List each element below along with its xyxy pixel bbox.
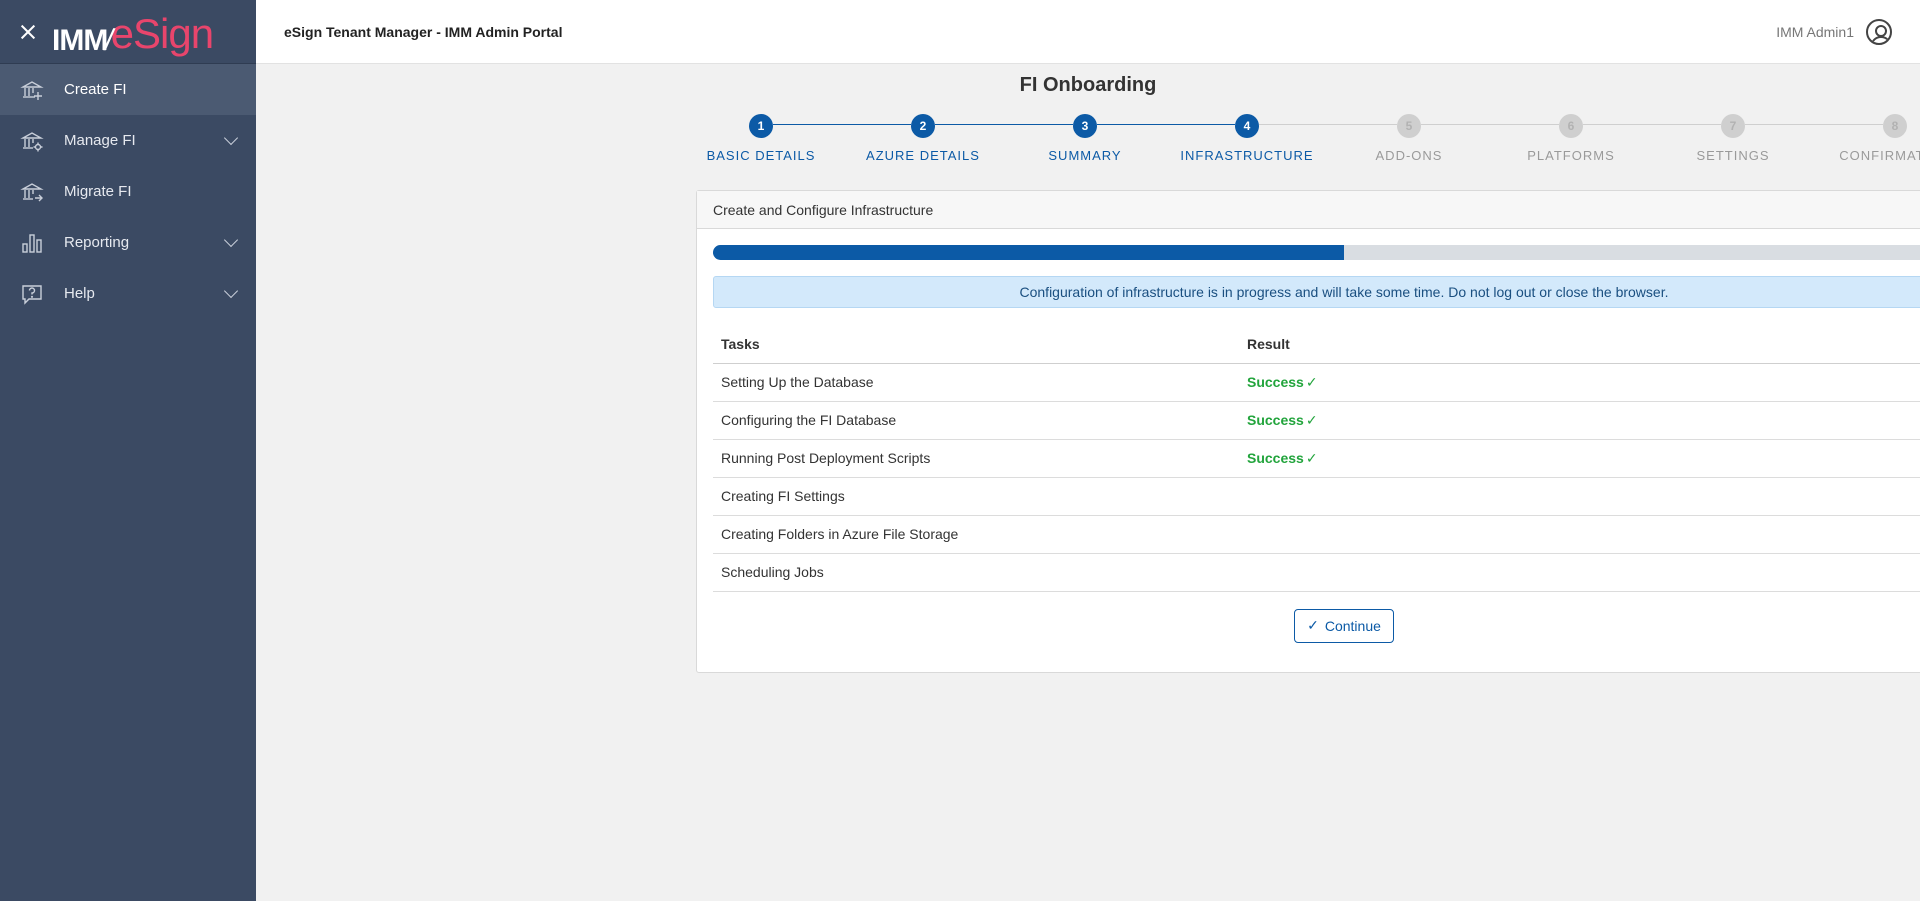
progress-bar bbox=[713, 245, 1920, 260]
task-name: Configuring the FI Database bbox=[713, 401, 1239, 440]
task-result: Success ✓ bbox=[1239, 439, 1920, 478]
bank-gear-icon bbox=[20, 129, 44, 153]
step-number: 2 bbox=[911, 114, 935, 138]
info-alert: Configuration of infrastructure is in pr… bbox=[713, 276, 1920, 308]
step-azure-details: 2 AZURE DETAILS bbox=[843, 114, 1003, 163]
table-row: Creating FI Settings bbox=[713, 477, 1920, 516]
column-header-tasks: Tasks bbox=[713, 325, 1239, 364]
step-number: 3 bbox=[1073, 114, 1097, 138]
step-number: 4 bbox=[1235, 114, 1259, 138]
sidebar-item-migrate-fi[interactable]: Migrate FI bbox=[0, 166, 256, 217]
tasks-table: Tasks Result Setting Up the Database Succ… bbox=[713, 325, 1920, 592]
bar-chart-icon bbox=[20, 231, 44, 255]
step-label: SETTINGS bbox=[1696, 148, 1770, 163]
sidebar-item-label: Help bbox=[64, 285, 95, 302]
step-basic-details: 1 BASIC DETAILS bbox=[681, 114, 841, 163]
step-settings: 7 SETTINGS bbox=[1653, 114, 1813, 163]
sidebar-nav: Create FI Manage FI Migrate FI Reporting Hel… bbox=[0, 64, 256, 319]
table-row: Creating Folders in Azure File Storage bbox=[713, 515, 1920, 554]
step-number: 8 bbox=[1883, 114, 1907, 138]
sidebar: IMM / eSign Create FI Manage FI Migrate FI Re… bbox=[0, 0, 256, 901]
task-result bbox=[1239, 477, 1920, 516]
check-icon: ✓ bbox=[1307, 617, 1319, 633]
check-icon: ✓ bbox=[1305, 373, 1318, 390]
sidebar-item-help[interactable]: Help bbox=[0, 268, 256, 319]
app-title: eSign Tenant Manager - IMM Admin Portal bbox=[284, 23, 563, 40]
step-confirmation: 8 CONFIRMATION bbox=[1815, 114, 1920, 163]
result-status: Success bbox=[1247, 373, 1304, 390]
task-result bbox=[1239, 515, 1920, 554]
bank-arrow-icon bbox=[20, 180, 44, 204]
sidebar-header: IMM / eSign bbox=[0, 0, 256, 64]
sidebar-item-label: Manage FI bbox=[64, 132, 136, 149]
task-result: Success ✓ bbox=[1239, 401, 1920, 440]
result-status: Success bbox=[1247, 411, 1304, 428]
sidebar-item-create-fi[interactable]: Create FI bbox=[0, 64, 256, 115]
step-platforms: 6 PLATFORMS bbox=[1491, 114, 1651, 163]
task-name: Scheduling Jobs bbox=[713, 553, 1239, 592]
sidebar-item-label: Create FI bbox=[64, 81, 127, 98]
step-label: INFRASTRUCTURE bbox=[1180, 148, 1314, 163]
progress-fill bbox=[713, 245, 1344, 260]
top-bar: eSign Tenant Manager - IMM Admin Portal … bbox=[256, 0, 1920, 64]
sidebar-item-reporting[interactable]: Reporting bbox=[0, 217, 256, 268]
column-header-result: Result bbox=[1239, 325, 1920, 364]
help-icon bbox=[20, 282, 44, 306]
step-label: PLATFORMS bbox=[1527, 148, 1615, 163]
sidebar-item-label: Migrate FI bbox=[64, 183, 132, 200]
step-number: 7 bbox=[1721, 114, 1745, 138]
user-name[interactable]: IMM Admin1 bbox=[1776, 24, 1854, 40]
logo: IMM / eSign bbox=[52, 9, 214, 57]
step-number: 5 bbox=[1397, 114, 1421, 138]
chevron-down-icon bbox=[223, 130, 239, 146]
table-header-row: Tasks Result bbox=[713, 325, 1920, 364]
step-add-ons: 5 ADD-ONS bbox=[1329, 114, 1489, 163]
main-content: FI Onboarding 1 BASIC DETAILS 2 AZURE DETAI… bbox=[256, 64, 1920, 901]
result-status: Success bbox=[1247, 449, 1304, 466]
step-infrastructure: 4 INFRASTRUCTURE bbox=[1167, 114, 1327, 163]
continue-button[interactable]: ✓ Continue bbox=[1294, 608, 1394, 643]
task-result: Success ✓ bbox=[1239, 363, 1920, 402]
chevron-down-icon bbox=[223, 232, 239, 248]
sidebar-item-manage-fi[interactable]: Manage FI bbox=[0, 115, 256, 166]
task-name: Running Post Deployment Scripts bbox=[713, 439, 1239, 478]
table-row: Running Post Deployment Scripts Success ✓ bbox=[713, 439, 1920, 478]
bank-plus-icon bbox=[20, 78, 44, 102]
onboarding-stepper: 1 BASIC DETAILS 2 AZURE DETAILS 3 SUMMARY 4 INF… bbox=[696, 114, 1920, 174]
table-row: Configuring the FI Database Success ✓ bbox=[713, 401, 1920, 440]
task-result bbox=[1239, 553, 1920, 592]
continue-label: Continue bbox=[1324, 617, 1381, 634]
step-number: 1 bbox=[749, 114, 773, 138]
step-label: BASIC DETAILS bbox=[706, 148, 816, 163]
chevron-down-icon bbox=[223, 283, 239, 299]
step-number: 6 bbox=[1559, 114, 1583, 138]
task-name: Creating Folders in Azure File Storage bbox=[713, 515, 1239, 554]
step-label: SUMMARY bbox=[1048, 148, 1122, 163]
table-row: Setting Up the Database Success ✓ bbox=[713, 363, 1920, 402]
step-summary: 3 SUMMARY bbox=[1005, 114, 1165, 163]
page-title: FI Onboarding bbox=[1019, 74, 1157, 96]
task-name: Creating FI Settings bbox=[713, 477, 1239, 516]
check-icon: ✓ bbox=[1305, 411, 1318, 428]
close-icon[interactable] bbox=[18, 22, 38, 42]
user-avatar-icon[interactable] bbox=[1866, 18, 1892, 45]
sidebar-item-label: Reporting bbox=[64, 234, 130, 251]
step-label: ADD-ONS bbox=[1375, 148, 1443, 163]
infrastructure-card: Create and Configure Infrastructure Conf… bbox=[696, 190, 1920, 673]
step-label: AZURE DETAILS bbox=[866, 148, 980, 163]
card-title: Create and Configure Infrastructure bbox=[697, 191, 1920, 229]
task-name: Setting Up the Database bbox=[713, 363, 1239, 402]
check-icon: ✓ bbox=[1305, 449, 1318, 466]
table-row: Scheduling Jobs bbox=[713, 553, 1920, 592]
step-label: CONFIRMATION bbox=[1839, 148, 1920, 163]
